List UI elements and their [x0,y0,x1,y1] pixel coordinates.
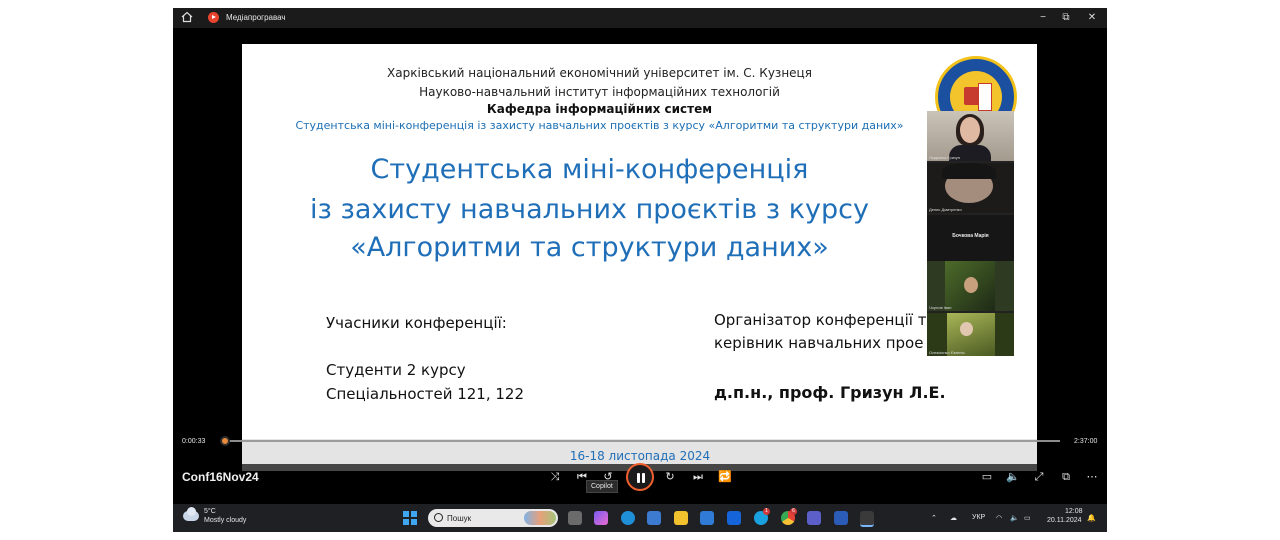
participant-tile[interactable]: Денис Дмитренко [927,163,1014,213]
slide-title-line-2: із захисту навчальних проєктів з курсу [310,194,869,225]
home-icon[interactable] [181,11,195,25]
organizer-name: д.п.н., проф. Гризун Л.Е. [714,383,946,402]
media-player-window: Медіапрогравач − ⧉ ✕ Харківський націона… [173,8,1107,532]
volume-icon[interactable]: 🔈 [1006,470,1020,484]
participants-line-2: Спеціальностей 121, 122 [326,385,525,403]
dropbox-icon[interactable] [727,511,741,525]
participant-name: Олексієнко Євгенія [929,350,965,355]
media-player-taskbar-icon[interactable] [860,511,874,527]
participants-label: Учасники конференції: [326,314,507,332]
copilot-icon[interactable] [594,511,608,525]
participant-name: Денис Дмитренко [929,207,962,212]
current-time: 0:00:33 [182,438,206,445]
clock-date[interactable]: 20.11.2024 [1047,517,1082,524]
participants-line-1: Студенти 2 курсу [326,361,466,379]
conference-subtitle: Студентська міні-конференція із захисту … [295,119,904,132]
slide-date-overlay: 16-18 листопада 2024 [173,439,1107,471]
participant-name: Чорнов Іван [929,305,952,310]
taskbar: 5°C Mostly cloudy Пошук 1 6 ⌃ ☁ УКР ◠ 🔈 … [173,504,1107,532]
taskbar-search[interactable]: Пошук [428,509,558,527]
organizer-label-2: керівник навчальних прое [714,334,924,352]
participant-tile[interactable]: Олексієнко Євгенія [927,313,1014,356]
word-icon[interactable] [834,511,848,525]
participant-name: Бочкова Марія [952,233,989,239]
next-icon[interactable]: ⏭ [691,470,705,484]
mail-icon[interactable] [700,511,714,525]
notification-badge: 6 [790,508,797,515]
weather-description[interactable]: Mostly cloudy [204,517,246,524]
language-indicator[interactable]: УКР [972,514,985,521]
battery-icon[interactable]: ▭ [1024,514,1031,522]
search-placeholder: Пошук [447,514,472,523]
task-view-icon[interactable] [568,511,582,525]
teams-icon[interactable] [807,511,821,525]
fullscreen-icon[interactable]: ⤢ [1032,470,1046,484]
restore-button[interactable]: ⧉ [1059,11,1073,25]
shuffle-icon[interactable]: ⤨ [548,470,562,484]
store-icon[interactable] [647,511,661,525]
title-bar: Медіапрогравач − ⧉ ✕ [173,8,1107,28]
file-explorer-icon[interactable] [674,511,688,525]
institute-name: Науково-навчальний інститут інформаційни… [419,85,780,99]
forward-icon[interactable]: ↻ [663,470,677,484]
speaker-icon[interactable]: 🔈 [1010,514,1019,522]
more-options-icon[interactable]: ⋯ [1085,470,1099,484]
pause-button[interactable] [626,463,654,491]
repeat-icon[interactable]: 🔁 [718,470,732,484]
search-icon [434,513,443,522]
window-title: Медіапрогравач [226,13,286,22]
university-name: Харківський національний економічний уні… [387,66,812,80]
tooltip: Copilot [586,480,618,493]
notification-badge: 1 [763,508,770,515]
participant-name: Людмила Гризун [929,155,960,160]
participant-tile[interactable]: Людмила Гризун [927,111,1014,161]
clock-time[interactable]: 12:08 [1065,508,1083,515]
organizer-label-1: Організатор конференції т [714,311,927,329]
minimize-button[interactable]: − [1036,11,1050,25]
presentation-slide: Харківський національний економічний уні… [242,44,1037,464]
slide-title-line-3: «Алгоритми та структури даних» [350,232,829,263]
weather-temperature[interactable]: 5°C [204,508,216,515]
subtitles-icon[interactable]: ▭ [980,470,994,484]
close-button[interactable]: ✕ [1085,11,1099,25]
total-time: 2:37:00 [1074,438,1098,445]
department-name: Кафедра інформаційних систем [486,102,713,116]
bell-icon[interactable]: 🔔 [1087,514,1096,522]
seek-thumb[interactable] [219,436,230,446]
miniplayer-icon[interactable]: ⧉ [1059,470,1073,484]
media-player-app-icon [208,12,219,23]
participant-tile[interactable]: Бочкова Марія [927,215,1014,261]
slide-date: 16-18 листопада 2024 [569,449,711,463]
onedrive-icon[interactable]: ☁ [950,514,957,522]
start-button[interactable] [403,511,417,525]
edge-icon[interactable] [621,511,635,525]
media-title: Conf16Nov24 [182,470,259,484]
participants-panel: Людмила Гризун Денис Дмитренко Бочкова М… [927,111,1014,356]
slide-title-line-1: Студентська міні-конференція [370,154,809,185]
cloud-icon[interactable] [183,507,199,521]
participant-tile[interactable]: Чорнов Іван [927,261,1014,311]
chevron-up-icon[interactable]: ⌃ [931,514,937,522]
search-highlight-image [524,511,556,525]
wifi-icon[interactable]: ◠ [996,514,1002,522]
